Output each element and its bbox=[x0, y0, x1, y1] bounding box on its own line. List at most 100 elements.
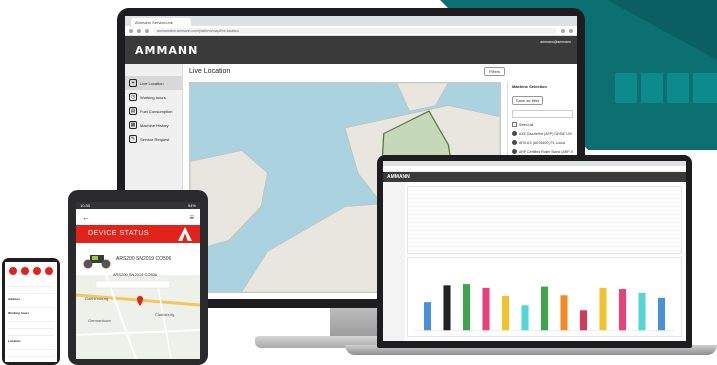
phone-status-dots bbox=[5, 262, 57, 280]
chart-bar bbox=[599, 287, 607, 331]
background-block bbox=[693, 73, 717, 103]
bar-chart bbox=[407, 257, 682, 337]
map-place-label: Gaithersburg bbox=[85, 296, 109, 301]
roller-machine-icon bbox=[83, 255, 111, 269]
background-block bbox=[667, 73, 689, 103]
bar-chart-graphic bbox=[414, 284, 675, 331]
user-menu[interactable]: ammann@ammann bbox=[540, 40, 571, 44]
chart-bar bbox=[462, 284, 471, 331]
chart-bar bbox=[540, 286, 549, 331]
phone-screen: Address Working hours Location bbox=[5, 262, 57, 362]
machine-list-item[interactable]: ARX110 (AE03400) PL Lucca bbox=[512, 140, 573, 145]
map-machine-label: ARS200 SN2019 CO506 bbox=[112, 272, 158, 277]
checkbox-icon bbox=[512, 122, 517, 127]
list-item bbox=[8, 282, 54, 287]
smartphone: Address Working hours Location bbox=[2, 258, 60, 365]
machine-list-item[interactable]: AXE DazzleHot (APP) DE/BE 10V bbox=[512, 131, 573, 136]
fuel-icon: ▤ bbox=[129, 107, 137, 115]
sidebar-item-working-hours[interactable]: ◷ Working hours bbox=[125, 90, 182, 104]
chart-bar bbox=[443, 285, 451, 331]
device-map[interactable] bbox=[76, 275, 200, 359]
reload-icon[interactable] bbox=[145, 28, 149, 33]
machine-list-item[interactable]: ARP Certified Roller Stand (ARP-9 bbox=[512, 149, 573, 154]
list-item bbox=[8, 303, 54, 308]
browser-toolbar: ammannlink.ammann.com/platform/map/live-… bbox=[125, 26, 577, 36]
chart-bar bbox=[423, 302, 432, 331]
device-map-graphic bbox=[76, 275, 200, 359]
map-place-label: Clarksburg bbox=[155, 312, 175, 317]
menu-icon[interactable]: ≡ bbox=[189, 213, 194, 222]
status-battery: 94% bbox=[187, 203, 196, 208]
status-dot[interactable] bbox=[33, 267, 41, 275]
chart-bar bbox=[618, 289, 627, 331]
section-heading: Working hours bbox=[8, 311, 30, 315]
device-serial: ARS200 SN2019 CO506 bbox=[116, 256, 172, 262]
ammann-a-logo-icon bbox=[178, 227, 192, 241]
sidebar-item-label: Machine History bbox=[140, 122, 169, 128]
sidebar-item-label: Fuel Consumption bbox=[140, 108, 173, 114]
device-status-banner: DEVICE STATUS bbox=[76, 225, 200, 243]
list-item bbox=[8, 317, 54, 322]
extension-icon[interactable] bbox=[561, 28, 565, 33]
sidebar-item-service-request[interactable]: ✎ Service Request bbox=[125, 132, 182, 146]
sidebar-item-machine-history[interactable]: ▦ Machine History bbox=[125, 118, 182, 132]
laptop-sidebar bbox=[383, 182, 405, 341]
list-item bbox=[8, 324, 54, 329]
check-circle-icon bbox=[512, 131, 517, 136]
sidebar-item-live-location[interactable]: ⌖ Live Location bbox=[125, 76, 182, 90]
check-circle-icon bbox=[512, 149, 517, 154]
back-arrow-icon[interactable]: ← bbox=[82, 213, 90, 222]
filters-button[interactable]: Filters bbox=[484, 67, 505, 76]
laptop-app-body bbox=[383, 182, 686, 341]
history-icon: ▦ bbox=[129, 121, 137, 129]
select-all-checkbox[interactable]: Select all bbox=[512, 122, 573, 127]
data-table[interactable] bbox=[407, 186, 682, 254]
app-header: AMMANN ammann@ammann bbox=[125, 36, 577, 64]
laptop-screen: AMMANN bbox=[383, 161, 686, 341]
back-icon[interactable] bbox=[129, 28, 133, 33]
machine-search-input[interactable] bbox=[512, 110, 573, 118]
address-bar[interactable]: ammannlink.ammann.com/platform/map/live-… bbox=[153, 27, 557, 34]
machine-selection-title: Machine Selection bbox=[512, 84, 547, 89]
laptop: AMMANN bbox=[377, 155, 692, 348]
clock-icon: ◷ bbox=[129, 93, 137, 101]
chart-bar bbox=[657, 297, 666, 331]
sidebar-item-label: Working hours bbox=[140, 94, 166, 100]
section-heading: Location bbox=[8, 339, 21, 343]
status-dot[interactable] bbox=[21, 267, 29, 275]
chart-bar bbox=[638, 292, 646, 331]
status-dot[interactable] bbox=[45, 267, 53, 275]
monitor-stand bbox=[330, 308, 380, 338]
status-time: 10:30 bbox=[80, 203, 91, 208]
status-dot[interactable] bbox=[9, 267, 17, 275]
chart-bar bbox=[501, 295, 510, 331]
chart-bar bbox=[521, 305, 529, 331]
tablet-screen: 10:30 94% ← ≡ DEVICE STATUS ARS200 SN201… bbox=[76, 202, 200, 359]
list-item bbox=[8, 331, 54, 336]
pin-icon: ⌖ bbox=[129, 79, 137, 87]
save-as-filter-button[interactable]: Save as filter bbox=[512, 96, 544, 105]
map-place-label: Germantown bbox=[88, 318, 111, 323]
forward-icon[interactable] bbox=[137, 28, 141, 33]
menu-icon[interactable] bbox=[569, 28, 573, 33]
background-block bbox=[641, 73, 663, 103]
browser-tab[interactable]: Ammann ServiceLink bbox=[131, 18, 191, 26]
page-title: Live Location bbox=[189, 68, 231, 75]
ammann-logo: AMMANN bbox=[135, 44, 199, 57]
browser-tab-strip: Ammann ServiceLink bbox=[125, 16, 577, 26]
background-block bbox=[615, 73, 637, 103]
tablet: 10:30 94% ← ≡ DEVICE STATUS ARS200 SN201… bbox=[68, 190, 208, 365]
sidebar-item-label: Service Request bbox=[140, 136, 170, 142]
sidebar-item-fuel-consumption[interactable]: ▤ Fuel Consumption bbox=[125, 104, 182, 118]
device-status-title: DEVICE STATUS bbox=[88, 230, 150, 237]
chart-bar bbox=[482, 287, 490, 331]
wrench-icon: ✎ bbox=[129, 135, 137, 143]
list-item bbox=[8, 345, 54, 350]
status-bar: 10:30 94% bbox=[76, 202, 200, 209]
list-item bbox=[8, 289, 54, 294]
list-item bbox=[8, 352, 54, 357]
chart-bar bbox=[560, 295, 568, 331]
ammann-logo: AMMANN bbox=[387, 174, 410, 180]
chart-bar bbox=[579, 310, 588, 331]
tablet-nav: ← ≡ bbox=[76, 209, 200, 225]
